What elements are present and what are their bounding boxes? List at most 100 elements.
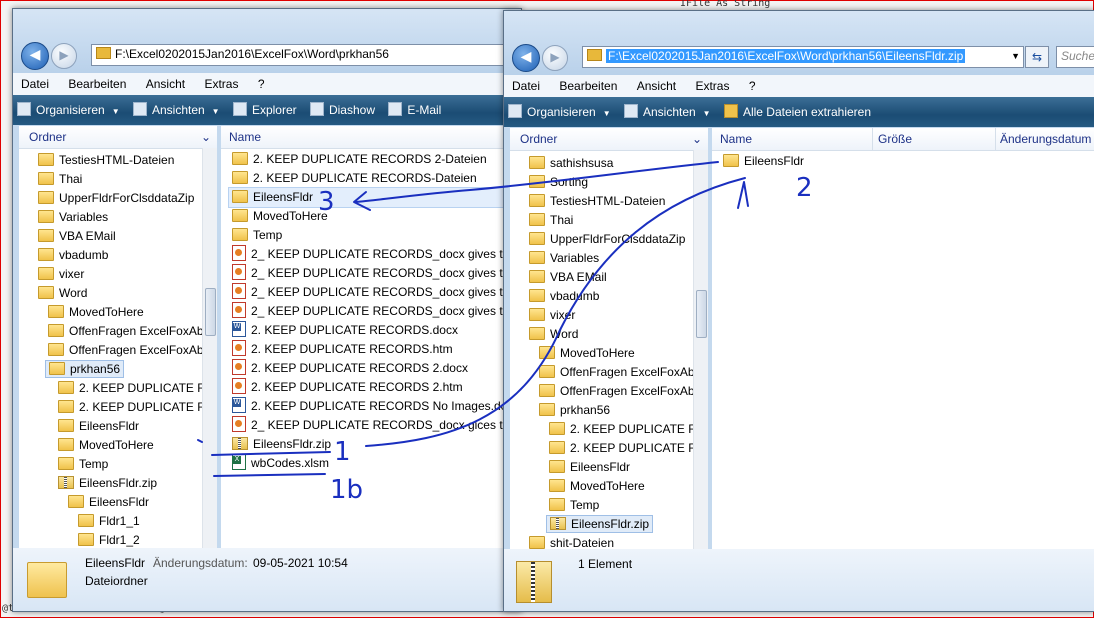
search-input[interactable]: Suche (1056, 46, 1094, 68)
tree-item[interactable]: 2. KEEP DUPLICATE RECOR (546, 439, 708, 458)
file-row[interactable]: EileensFldr (720, 152, 807, 171)
folder-icon (38, 153, 54, 166)
tree-item[interactable]: OffenFragen ExcelFoxAbAprilN (45, 322, 217, 341)
tree-item[interactable]: EileensFldr.zip (55, 474, 160, 493)
tree-item[interactable]: TestiesHTML-Dateien (526, 192, 668, 211)
tree-item[interactable]: MovedToHere (55, 436, 157, 455)
menu-help[interactable]: ? (741, 75, 764, 97)
file-row[interactable]: EileensFldr.zip (229, 435, 334, 454)
file-row[interactable]: 2_ KEEP DUPLICATE RECORDS_docx gices the… (229, 416, 521, 435)
tree-item[interactable]: prkhan56 (536, 401, 613, 420)
file-row[interactable]: 2. KEEP DUPLICATE RECORDS 2-Dateien (229, 150, 490, 169)
menu-datei[interactable]: Datei (504, 75, 548, 97)
tree-item[interactable]: MovedToHere (546, 477, 648, 496)
tree-item[interactable]: Fldr1_2 (75, 531, 143, 548)
column-name[interactable]: Name (720, 128, 752, 150)
file-row[interactable]: 2. KEEP DUPLICATE RECORDS 2.docx (229, 359, 471, 378)
file-row[interactable]: 2_ KEEP DUPLICATE RECORDS_docx gives the… (229, 245, 521, 264)
back-button[interactable]: ◀ (512, 44, 540, 72)
column-date[interactable]: Änderungsdatum (1000, 128, 1091, 150)
tree-item[interactable]: vixer (526, 306, 578, 325)
tree-item[interactable]: Variables (35, 208, 111, 227)
folder-icon (232, 190, 248, 203)
file-row[interactable]: 2_ KEEP DUPLICATE RECORDS_docx gives the… (229, 283, 521, 302)
tree-scrollbar[interactable] (693, 150, 708, 549)
scroll-thumb[interactable] (205, 288, 216, 336)
views-button[interactable]: Ansichten ▼ (620, 97, 717, 127)
tree-item[interactable]: vbadumb (35, 246, 111, 265)
refresh-icon[interactable]: ⇆ (1025, 46, 1049, 68)
tree-item[interactable]: OffenFragen ExcelFoxAbApril (536, 363, 708, 382)
tree-item[interactable]: TestiesHTML-Dateien (35, 151, 177, 170)
tree-item[interactable]: Fldr1_1 (75, 512, 143, 531)
extract-all-button[interactable]: Alle Dateien extrahieren (720, 97, 877, 127)
forward-button[interactable]: ▶ (51, 43, 77, 69)
email-button[interactable]: E-Mail (384, 95, 447, 125)
chevron-down-icon[interactable]: ▼ (1011, 47, 1020, 66)
file-row[interactable]: 2. KEEP DUPLICATE RECORDS 2.htm (229, 378, 466, 397)
item-label: 2. KEEP DUPLICATE RECORDS 2.htm (251, 380, 463, 394)
explorer-button[interactable]: Explorer (229, 95, 303, 125)
tree-item[interactable]: shit-Dateien (526, 534, 617, 549)
tree-item[interactable]: Temp (546, 496, 602, 515)
tree-item[interactable]: Sorting (526, 173, 591, 192)
file-row[interactable]: 2_ KEEP DUPLICATE RECORDS_docx gives the… (229, 302, 521, 321)
tree-item[interactable]: 2. KEEP DUPLICATE RECORDS (55, 379, 217, 398)
tree-item[interactable]: MovedToHere (45, 303, 147, 322)
menu-bearbeiten[interactable]: Bearbeiten (60, 73, 134, 95)
tree-header[interactable]: Ordner ⌄ (19, 126, 217, 149)
address-bar[interactable]: F:\Excel0202015Jan2016\ExcelFox\Word\prk… (91, 44, 521, 66)
tree-item[interactable]: VBA EMail (526, 268, 610, 287)
menu-ansicht[interactable]: Ansicht (629, 75, 684, 97)
file-row[interactable]: 2_ KEEP DUPLICATE RECORDS_docx gives the… (229, 264, 521, 283)
organize-button[interactable]: Organisieren ▼ (13, 95, 126, 125)
tree-item[interactable]: EileensFldr (546, 458, 633, 477)
back-button[interactable]: ◀ (21, 42, 49, 70)
tree-item[interactable]: MovedToHere (536, 344, 638, 363)
tree-item[interactable]: sathishsusa (526, 154, 616, 173)
tree-header[interactable]: Ordner ⌄ (510, 128, 708, 151)
menu-extras[interactable]: Extras (687, 75, 737, 97)
file-row[interactable]: MovedToHere (229, 207, 331, 226)
tree-item[interactable]: Thai (35, 170, 85, 189)
file-row[interactable]: EileensFldr (228, 187, 510, 208)
tree-item[interactable]: Variables (526, 249, 602, 268)
tree-item[interactable]: OffenFragen ExcelFoxAbApril (536, 382, 708, 401)
tree-item[interactable]: EileensFldr (65, 493, 152, 512)
menu-extras[interactable]: Extras (196, 73, 246, 95)
file-row[interactable]: wbCodes.xlsm (229, 454, 332, 473)
address-bar[interactable]: F:\Excel0202015Jan2016\ExcelFox\Word\prk… (582, 46, 1024, 68)
tree-item[interactable]: VBA EMail (35, 227, 119, 246)
column-size[interactable]: Größe (878, 128, 912, 150)
tree-item[interactable]: vbadumb (526, 287, 602, 306)
menu-ansicht[interactable]: Ansicht (138, 73, 193, 95)
scroll-thumb[interactable] (696, 290, 707, 338)
tree-item[interactable]: UpperFldrForClsddataZip (35, 189, 197, 208)
tree-item[interactable]: prkhan56 (45, 360, 125, 379)
file-row[interactable]: 2. KEEP DUPLICATE RECORDS.htm (229, 340, 456, 359)
tree-item[interactable]: Word (35, 284, 90, 303)
tree-item[interactable]: EileensFldr (55, 417, 142, 436)
tree-item[interactable]: UpperFldrForClsddataZip (526, 230, 688, 249)
organize-button[interactable]: Organisieren ▼ (504, 97, 617, 127)
tree-item[interactable]: EileensFldr.zip (546, 515, 654, 534)
tree-item[interactable]: vixer (35, 265, 87, 284)
tree-scrollbar[interactable] (202, 148, 217, 548)
menu-bearbeiten[interactable]: Bearbeiten (551, 75, 625, 97)
views-button[interactable]: Ansichten ▼ (129, 95, 226, 125)
forward-button[interactable]: ▶ (542, 45, 568, 71)
file-row[interactable]: 2. KEEP DUPLICATE RECORDS-Dateien (229, 169, 480, 188)
tree-item[interactable]: Temp (55, 455, 111, 474)
tree-item[interactable]: Word (526, 325, 581, 344)
tree-item[interactable]: OffenFragen ExcelFoxAbAprilN (45, 341, 217, 360)
tree-item[interactable]: 2. KEEP DUPLICATE RECORDS (55, 398, 217, 417)
slideshow-button[interactable]: Diashow (306, 95, 381, 125)
file-list-header[interactable]: Name (221, 126, 521, 149)
file-row[interactable]: 2. KEEP DUPLICATE RECORDS No Images.docx (229, 397, 521, 416)
tree-item[interactable]: Thai (526, 211, 576, 230)
file-row[interactable]: 2. KEEP DUPLICATE RECORDS.docx (229, 321, 461, 340)
tree-item[interactable]: 2. KEEP DUPLICATE RECOR (546, 420, 708, 439)
file-row[interactable]: Temp (229, 226, 285, 245)
menu-help[interactable]: ? (250, 73, 273, 95)
menu-datei[interactable]: Datei (13, 73, 57, 95)
